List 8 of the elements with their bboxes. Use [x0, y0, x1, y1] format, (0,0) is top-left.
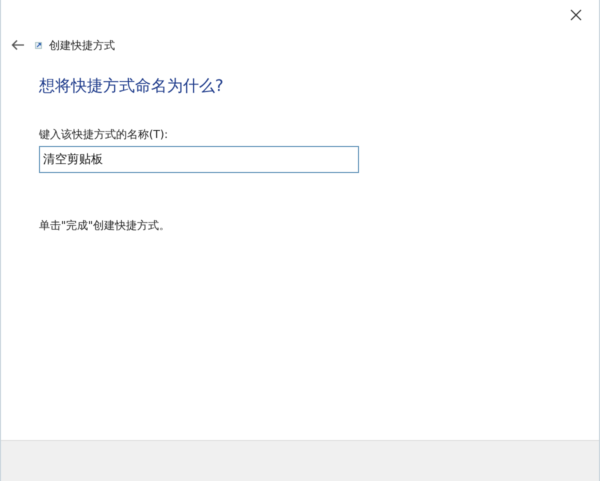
page-heading: 想将快捷方式命名为什么?	[39, 76, 224, 97]
close-icon	[570, 9, 582, 21]
window-title: 创建快捷方式	[49, 38, 115, 52]
name-input-field[interactable]: 清空剪贴板	[39, 146, 359, 173]
shortcut-icon	[35, 41, 43, 49]
field-label: 键入该快捷方式的名称(T):	[39, 127, 170, 142]
instruction-text: 单击"完成"创建快捷方式。	[39, 218, 172, 233]
back-arrow-icon	[11, 39, 25, 51]
